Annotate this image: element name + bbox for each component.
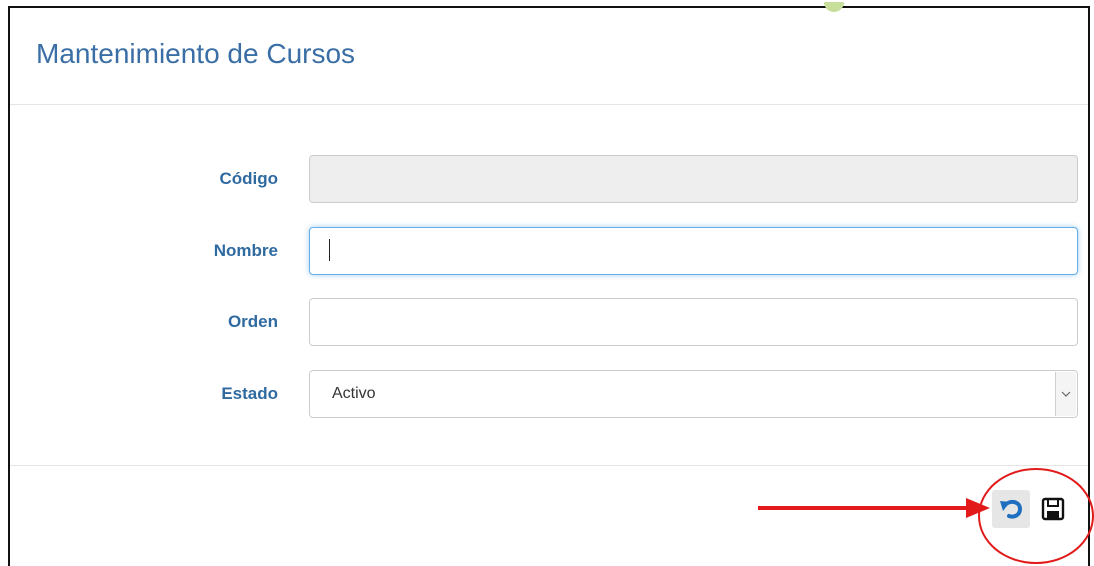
panel-header: Mantenimiento de Cursos xyxy=(10,8,1088,105)
estado-select[interactable]: Activo xyxy=(309,370,1078,418)
orden-field[interactable] xyxy=(309,298,1078,346)
codigo-field[interactable] xyxy=(309,155,1078,203)
form-row-nombre: Nombre xyxy=(10,227,1088,275)
codigo-label: Código xyxy=(219,169,278,188)
annotation-circle xyxy=(978,468,1094,564)
page-title: Mantenimiento de Cursos xyxy=(36,38,356,69)
form-row-orden: Orden xyxy=(10,298,1088,346)
form-row-codigo: Código xyxy=(10,155,1088,203)
chevron-down-icon xyxy=(1061,391,1071,397)
estado-selected-value: Activo xyxy=(332,385,376,402)
nombre-label: Nombre xyxy=(213,241,278,260)
annotation-arrow xyxy=(758,498,990,518)
select-dropdown-toggle[interactable] xyxy=(1055,372,1076,416)
text-cursor xyxy=(329,239,330,261)
orden-label: Orden xyxy=(227,312,278,331)
nombre-field[interactable] xyxy=(309,227,1078,275)
footer-divider xyxy=(10,465,1088,466)
estado-label: Estado xyxy=(221,384,278,403)
form-row-estado: Estado Activo xyxy=(10,370,1088,418)
form-panel: Mantenimiento de Cursos Código Nombre Or… xyxy=(8,2,1094,566)
